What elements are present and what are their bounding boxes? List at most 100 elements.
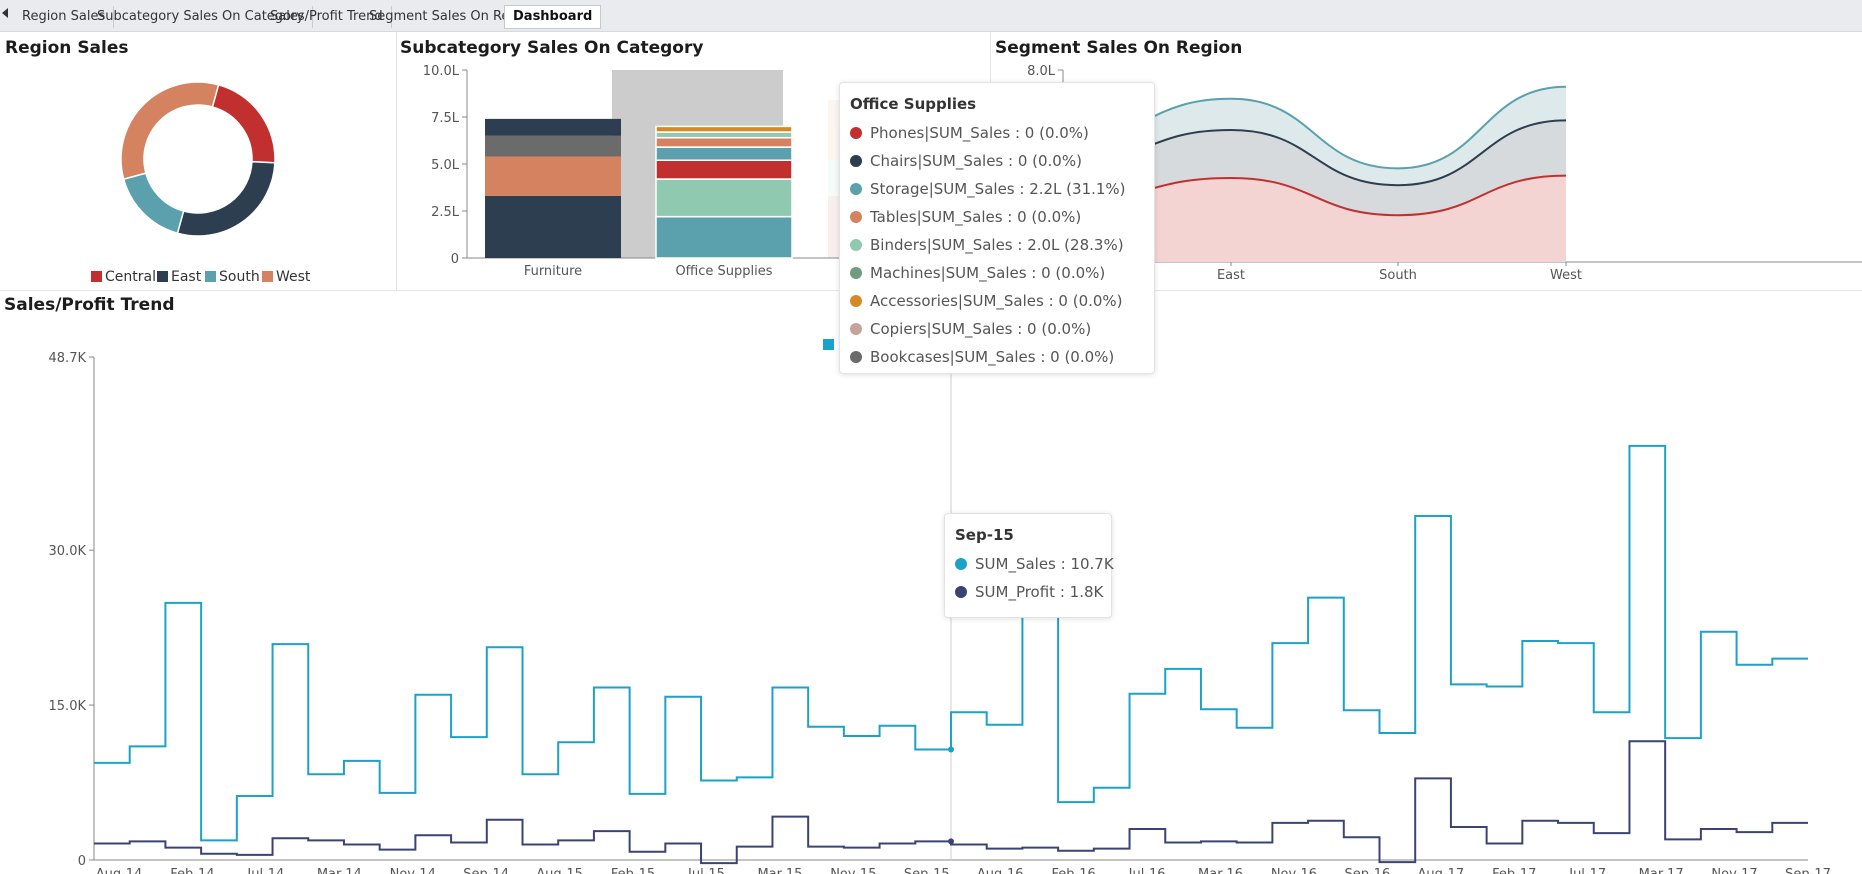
tooltip-row: Binders|SUM_Sales : 2.0L (28.3%) [850,231,1144,259]
tooltip-color-dot-icon [850,351,862,363]
pie-slice-south [122,172,185,235]
x-tick-label: Feb-15 [611,867,655,874]
x-tick-label: Feb-16 [1052,867,1096,874]
x-tick-label: South [1379,268,1417,283]
tooltip-color-dot-icon [955,586,967,598]
hover-point-sum-sales [948,746,954,753]
x-tick-label: Furniture [524,264,582,279]
x-tick-label: Nov-17 [1711,867,1757,874]
x-tick-label: Sep-15 [904,867,950,874]
bar-segment-tables-furniture [485,156,621,196]
trend-tooltip: Sep-15 SUM_Sales : 10.7K SUM_Profit : 1.8… [944,513,1114,618]
y-tick-label: 0 [78,854,86,869]
hover-point-sum-profit [948,838,954,845]
tooltip-row: Chairs|SUM_Sales : 0 (0.0%) [850,147,1144,175]
tab-dashboard[interactable]: Dashboard [504,5,602,29]
x-tick-label: Mar-16 [1198,867,1243,874]
tooltip-row: Bookcases|SUM_Sales : 0 (0.0%) [850,343,1144,371]
y-tick-label: 10.0L [423,64,460,79]
tooltip-color-dot-icon [955,558,967,570]
x-tick-label: Office Supplies [675,264,772,279]
tooltip-row-label: Binders|SUM_Sales : 2.0L (28.3%) [870,236,1124,254]
x-tick-label: Nov-16 [1271,867,1317,874]
x-tick-label: Mar-17 [1639,867,1684,874]
bar-segment-envelopes-office-supplies [655,125,793,133]
tooltip-row-label: Chairs|SUM_Sales : 0 (0.0%) [870,152,1082,170]
legend-swatch-central [91,271,102,282]
bar-segment-bookcases-furniture [485,135,621,157]
x-tick-label: Jul-14 [246,867,284,874]
tooltip-color-dot-icon [850,323,862,335]
tooltip-row-label: Accessories|SUM_Sales : 0 (0.0%) [870,292,1123,310]
y-tick-label: 5.0L [431,158,460,173]
tooltip-row-label: Storage|SUM_Sales : 2.2L (31.1%) [870,180,1126,198]
pie-slice-central [211,83,276,164]
y-tick-label: 2.5L [431,205,460,220]
tooltip-row-label: Phones|SUM_Sales : 0 (0.0%) [870,124,1089,142]
x-tick-label: Aug-15 [536,867,583,874]
y-tick-label: 7.5L [431,111,460,126]
x-tick-label: Sep-14 [463,867,509,874]
x-tick-label: Mar-14 [317,867,362,874]
tooltip-title: Office Supplies [850,95,977,113]
tooltip-color-dot-icon [850,267,862,279]
tooltip-row: SUM_Sales : 10.7K [955,550,1114,578]
x-tick-label: Nov-15 [830,867,876,874]
x-tick-label: Nov-14 [390,867,436,874]
region-sales-panel: Region Sales Central East South West [0,32,396,290]
tooltip-row-label: SUM_Sales : 10.7K [975,555,1114,573]
tooltip-color-dot-icon [850,155,862,167]
legend-label-east: East [171,269,202,285]
tooltip-row: Storage|SUM_Sales : 2.2L (31.1%) [850,175,1144,203]
tooltip-row: Copiers|SUM_Sales : 0 (0.0%) [850,315,1144,343]
legend-swatch-east [157,271,168,282]
x-tick-label: Aug-16 [977,867,1024,874]
bar-segment-binders-office-supplies [655,178,793,218]
x-tick-label: Feb-17 [1492,867,1536,874]
sheet-tab-bar: Region Sales Subcategory Sales On Catego… [0,0,1862,32]
x-tick-label: East [1217,268,1245,283]
x-tick-label: Aug-14 [96,867,143,874]
subcategory-tooltip: Office Supplies Phones|SUM_Sales : 0 (0.… [839,82,1155,374]
tooltip-row: Phones|SUM_Sales : 0 (0.0%) [850,119,1144,147]
x-tick-label: Jul-15 [687,867,725,874]
region-sales-chart: Central East South West [91,81,311,285]
sales-profit-trend-panel: Sales/Profit Trend 015.0K30.0K48.7KAug-1… [0,291,1862,874]
y-tick-label: 15.0K [49,699,87,714]
pie-slice-east [176,160,276,237]
tooltip-row: Accessories|SUM_Sales : 0 (0.0%) [850,287,1144,315]
tooltip-row: Machines|SUM_Sales : 0 (0.0%) [850,259,1144,287]
x-tick-label: Sep-17 [1785,867,1831,874]
x-tick-label: West [1550,268,1582,283]
tooltip-color-dot-icon [850,239,862,251]
x-tick-label: Aug-17 [1418,867,1465,874]
bar-segment-furnishings-furniture [485,118,621,136]
legend-swatch-west [262,271,273,282]
legend-label-west: West [276,269,311,285]
y-tick-label: 8.0L [1027,64,1056,79]
tab-scroll-left-icon[interactable] [2,8,8,18]
legend-swatch-south [205,271,216,282]
tooltip-color-dot-icon [850,211,862,223]
tooltip-color-dot-icon [850,295,862,307]
legend-swatch-sum-sales [823,339,834,350]
tooltip-row-label: Machines|SUM_Sales : 0 (0.0%) [870,264,1106,282]
tooltip-row-label: Copiers|SUM_Sales : 0 (0.0%) [870,320,1092,338]
bar-segment-chairs-furniture [485,195,621,258]
tooltip-title: Sep-15 [955,526,1014,544]
x-tick-label: Feb-14 [170,867,214,874]
tooltip-row: SUM_Profit : 1.8K [955,578,1103,606]
bar-segment-storage-office-supplies [655,215,793,259]
bar-segment-art-office-supplies [655,159,793,180]
sales-profit-trend-chart: 0 15.0K 30.0K 48.7K Aug-14 Feb-14 Jul-14 Mar-14… [49,338,1831,874]
tooltip-row: Tables|SUM_Sales : 0 (0.0%) [850,203,1144,231]
bar-segment-appliances-office-supplies [655,146,793,161]
legend-label-central: Central [105,269,156,285]
tooltip-color-dot-icon [850,127,862,139]
x-tick-label: Jul-17 [1568,867,1606,874]
x-tick-label: Jul-16 [1128,867,1166,874]
tooltip-row-label: Bookcases|SUM_Sales : 0 (0.0%) [870,348,1115,366]
bar-segment-supplies-office-supplies [655,131,793,139]
legend-label-south: South [219,269,260,285]
y-tick-label: 48.7K [49,351,87,366]
